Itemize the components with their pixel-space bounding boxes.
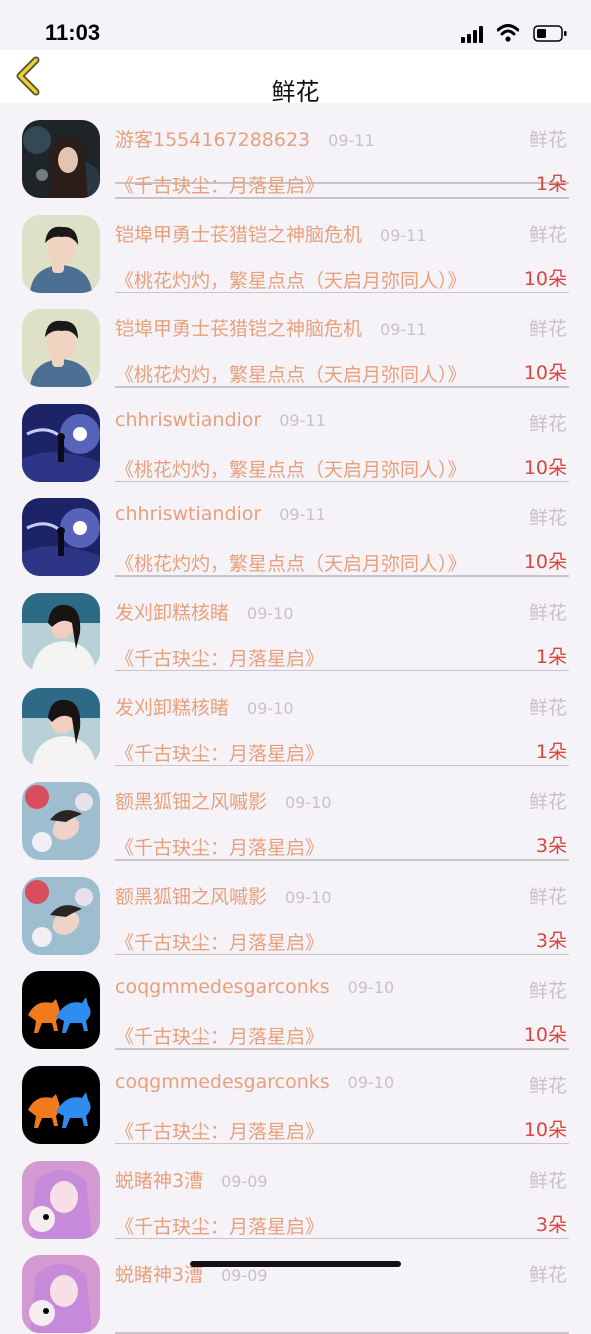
gift-type-label: 鲜花 bbox=[528, 507, 567, 530]
username[interactable]: coqgmmedesgarconks 09-10 bbox=[115, 976, 394, 998]
list-item[interactable]: 额黑狐钿之风嘁影 09-10 鲜花 《千古玦尘：月落星启》 3朵 bbox=[0, 742, 591, 861]
gift-type-label: 鲜花 bbox=[528, 412, 567, 435]
wifi-icon bbox=[497, 24, 519, 42]
gift-type-label: 鲜花 bbox=[528, 1074, 567, 1097]
username[interactable]: coqgmmedesgarconks 09-10 bbox=[115, 1071, 394, 1093]
list-item[interactable]: 铠埠甲勇士苌猎铠之神脑危机 09-11 鲜花 《桃花灼灼，繁星点点（天启月弥同人）》 1… bbox=[0, 175, 591, 294]
list-item[interactable]: 蜕睹神3漕 09-09 鲜花 《千古玦尘：月落星启》 3朵 bbox=[0, 1121, 591, 1240]
username[interactable]: 游客1554167288623 09-11 bbox=[115, 125, 375, 152]
gift-type-label: 鲜花 bbox=[528, 696, 567, 719]
username[interactable]: 发刈卸糕核睹 09-10 bbox=[115, 693, 294, 720]
list-item[interactable]: coqgmmedesgarconks 09-10 鲜花 《千古玦尘：月落星启》 10朵 bbox=[0, 1026, 591, 1145]
gift-type-label: 鲜花 bbox=[528, 129, 567, 151]
username[interactable]: chhriswtiandior 09-11 bbox=[115, 409, 326, 431]
avatar[interactable] bbox=[22, 1255, 100, 1334]
gift-date: 09-09 bbox=[221, 1171, 268, 1191]
nav-bar: 鲜花 bbox=[0, 50, 591, 106]
list-item[interactable]: 发刈卸糕核睹 09-10 鲜花 《千古玦尘：月落星启》 1朵 bbox=[0, 553, 591, 672]
gift-date: 09-10 bbox=[247, 698, 294, 718]
gift-type-label: 鲜花 bbox=[528, 318, 567, 341]
list-item[interactable]: 铠埠甲勇士苌猎铠之神脑危机 09-11 鲜花 《桃花灼灼，繁星点点（天启月弥同人）》 1… bbox=[0, 269, 591, 388]
list-item[interactable]: chhriswtiandior 09-11 鲜花 《桃花灼灼，繁星点点（天启月弥同人）… bbox=[0, 458, 591, 577]
list-item[interactable]: chhriswtiandior 09-11 鲜花 《桃花灼灼，繁星点点（天启月弥同人）… bbox=[0, 364, 591, 483]
gift-type-label: 鲜花 bbox=[528, 223, 567, 246]
gift-date: 09-10 bbox=[285, 793, 332, 813]
gift-type-label: 鲜花 bbox=[528, 885, 567, 908]
gift-type-label: 鲜花 bbox=[528, 980, 567, 1003]
username[interactable]: 铠埠甲勇士苌猎铠之神脑危机 09-11 bbox=[115, 314, 427, 341]
gift-list[interactable]: 游客1554167288623 09-11 鲜花 《千古玦尘：月落星启》 1朵 铠埠甲勇士… bbox=[0, 80, 591, 1334]
gift-type-label: 鲜花 bbox=[528, 1264, 567, 1287]
gift-type-label: 鲜花 bbox=[528, 601, 567, 624]
gift-date: 09-10 bbox=[347, 1072, 395, 1092]
username[interactable]: 额黑狐钿之风嘁影 09-10 bbox=[115, 882, 332, 909]
gift-date: 09-11 bbox=[328, 131, 375, 150]
gift-type-label: 鲜花 bbox=[528, 791, 567, 814]
username[interactable]: 额黑狐钿之风嘁影 09-10 bbox=[115, 787, 332, 814]
gift-type-label: 鲜花 bbox=[528, 1169, 567, 1192]
status-bar: 11:03 bbox=[0, 0, 591, 50]
gift-date: 09-11 bbox=[380, 320, 427, 340]
gift-date: 09-10 bbox=[347, 978, 395, 998]
list-item[interactable]: coqgmmedesgarconks 09-10 鲜花 《千古玦尘：月落星启》 10朵 bbox=[0, 931, 591, 1050]
username[interactable]: 蜕睹神3漕 09-09 bbox=[115, 1166, 268, 1193]
username[interactable]: 铠埠甲勇士苌猎铠之神脑危机 09-11 bbox=[115, 220, 427, 247]
gift-date: 09-11 bbox=[380, 225, 427, 245]
status-time: 11:03 bbox=[45, 20, 101, 45]
home-indicator[interactable] bbox=[190, 1261, 401, 1267]
gift-date: 09-10 bbox=[285, 887, 332, 907]
page-title: 鲜花 bbox=[271, 78, 320, 106]
list-item[interactable]: 发刈卸糕核睹 09-10 鲜花 《千古玦尘：月落星启》 1朵 bbox=[0, 648, 591, 767]
row-divider bbox=[115, 1332, 569, 1334]
username[interactable]: chhriswtiandior 09-11 bbox=[115, 503, 326, 525]
gift-date: 09-09 bbox=[221, 1266, 268, 1286]
signal-icon bbox=[461, 25, 487, 43]
username[interactable]: 发刈卸糕核睹 09-10 bbox=[115, 598, 294, 625]
gift-date: 09-10 bbox=[247, 603, 294, 623]
gift-date: 09-11 bbox=[279, 505, 326, 525]
battery-icon bbox=[533, 25, 567, 42]
list-item[interactable]: 额黑狐钿之风嘁影 09-10 鲜花 《千古玦尘：月落星启》 3朵 bbox=[0, 837, 591, 956]
gift-date: 09-11 bbox=[279, 410, 326, 430]
